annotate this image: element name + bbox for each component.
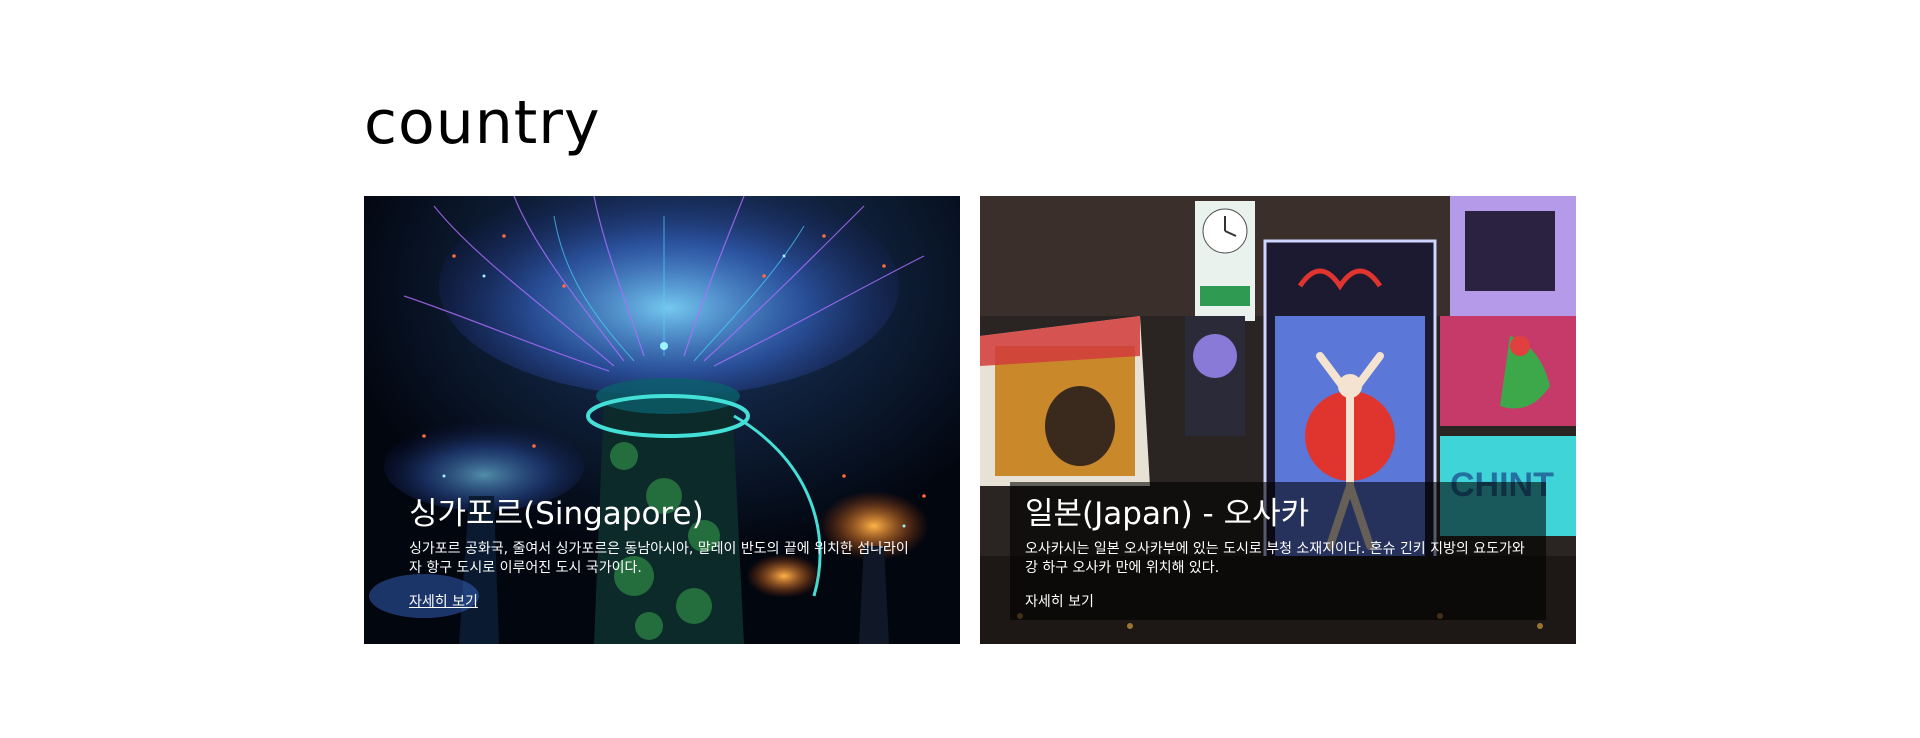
- card-description: 오사카시는 일본 오사카부에 있는 도시로 부청 소재지이다. 혼슈 긴키 지방…: [1025, 541, 1525, 576]
- details-link[interactable]: 자세히 보기: [409, 593, 478, 611]
- card-caption: 싱가포르(Singapore) 싱가포르 공화국, 줄여서 싱가포르은 동남아시…: [394, 482, 930, 620]
- card-caption: 일본(Japan) - 오사카 오사카시는 일본 오사카부에 있는 도시로 부청…: [1010, 482, 1546, 620]
- country-card-japan[interactable]: CHINT 일본(Japan) - 오사카 오사카시는 일본 오사카부에 있는 …: [980, 196, 1576, 644]
- country-card-singapore[interactable]: 싱가포르(Singapore) 싱가포르 공화국, 줄여서 싱가포르은 동남아시…: [364, 196, 960, 644]
- section-title: country: [364, 88, 601, 158]
- card-title: 일본(Japan) - 오사카: [1025, 496, 1310, 532]
- card-description: 싱가포르 공화국, 줄여서 싱가포르은 동남아시아, 말레이 반도의 끝에 위치…: [409, 541, 909, 576]
- card-title: 싱가포르(Singapore): [409, 496, 704, 532]
- details-link[interactable]: 자세히 보기: [1025, 593, 1094, 611]
